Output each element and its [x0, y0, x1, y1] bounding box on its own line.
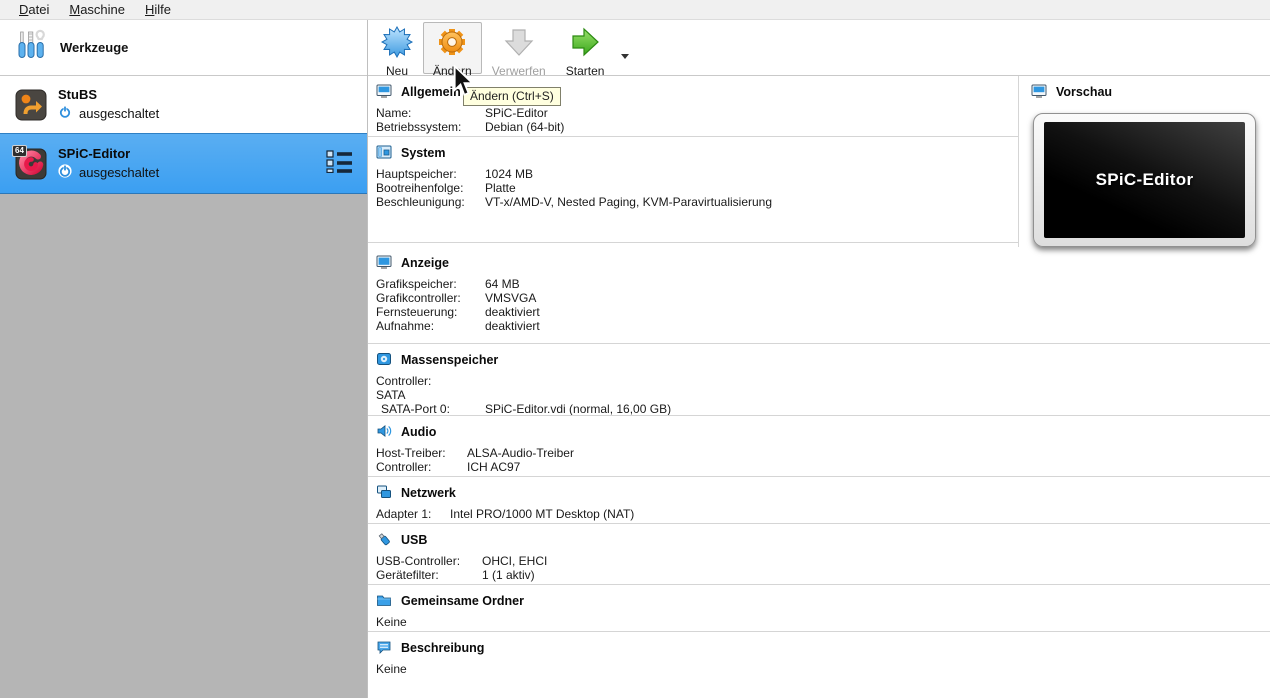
- detail-row: Controller:ICH AC97: [376, 460, 1270, 474]
- preview-monitor-icon: [1031, 83, 1047, 102]
- section-allgemein: Allgemein Name:SPiC-Editor Betriebssyste…: [368, 76, 1018, 137]
- shared-folder-icon: [376, 592, 392, 611]
- vm-sidebar: Werkzeuge StuBS: [0, 20, 368, 698]
- vm-list-item-spic-editor[interactable]: 64 SPiC-Editor ausgeschal: [0, 133, 367, 194]
- preview-screen: SPiC-Editor: [1044, 122, 1245, 238]
- settings-gear-icon: [436, 26, 468, 63]
- detail-row: SATA: [376, 388, 1270, 402]
- section-gemeinsame-ordner: Gemeinsame Ordner Keine: [368, 585, 1270, 632]
- new-vm-starburst-icon: [381, 26, 413, 63]
- detail-row: Grafikspeicher:64 MB: [376, 277, 1270, 291]
- detail-row: Gerätefilter:1 (1 aktiv): [376, 568, 1270, 582]
- vm-status-text: ausgeschaltet: [79, 165, 159, 180]
- system-chip-icon: [376, 144, 392, 163]
- audio-speaker-icon: [376, 423, 392, 442]
- storage-disk-icon: [376, 351, 392, 370]
- network-icon: [376, 484, 392, 503]
- detail-row: USB-Controller:OHCI, EHCI: [376, 554, 1270, 568]
- settings-shortcut-tooltip: Ändern (Ctrl+S): [463, 87, 561, 106]
- menubar: Datei Maschine Hilfe: [0, 0, 1270, 20]
- section-title: Netzwerk: [401, 486, 456, 500]
- section-system: System Hauptspeicher:1024 MB Bootreihenf…: [368, 137, 1018, 243]
- tools-icon: [15, 29, 47, 66]
- section-title: Gemeinsame Ordner: [401, 594, 524, 608]
- power-state-icon: [58, 164, 72, 181]
- description-bubble-icon: [376, 639, 392, 658]
- start-dropdown-caret-icon[interactable]: [621, 54, 629, 59]
- vm-details-pane: Allgemein Name:SPiC-Editor Betriebssyste…: [368, 76, 1270, 698]
- discard-button[interactable]: Verwerfen: [482, 22, 556, 74]
- vm-name: StuBS: [58, 87, 367, 102]
- detail-row: Aufnahme:deaktiviert: [376, 319, 1270, 333]
- vm-status-text: ausgeschaltet: [79, 106, 159, 121]
- detail-row: Beschleunigung:VT-x/AMD-V, Nested Paging…: [376, 195, 1018, 209]
- detail-row: Grafikcontroller:VMSVGA: [376, 291, 1270, 305]
- detail-row: Hauptspeicher:1024 MB: [376, 167, 1018, 181]
- menu-maschine[interactable]: Maschine: [59, 1, 135, 19]
- detail-row: Host-Treiber:ALSA-Audio-Treiber: [376, 446, 1270, 460]
- preview-title: Vorschau: [1056, 85, 1112, 99]
- discard-down-arrow-icon: [503, 26, 535, 63]
- detail-row: Keine: [376, 662, 1270, 676]
- section-netzwerk: Netzwerk Adapter 1:Intel PRO/1000 MT Des…: [368, 477, 1270, 524]
- virtualbox-manager-window: Datei Maschine Hilfe Werkzeug: [0, 0, 1270, 698]
- start-right-arrow-icon: [569, 26, 601, 63]
- spic-editor-vm-icon: 64: [15, 148, 47, 180]
- section-title: Beschreibung: [401, 641, 484, 655]
- detail-row: Adapter 1:Intel PRO/1000 MT Desktop (NAT…: [376, 507, 1270, 521]
- usb-icon: [376, 531, 392, 550]
- detail-row: Betriebssystem:Debian (64-bit): [376, 120, 1018, 134]
- arch-64-badge: 64: [12, 145, 27, 157]
- detail-row: Controller:: [376, 374, 1270, 388]
- section-audio: Audio Host-Treiber:ALSA-Audio-Treiber Co…: [368, 416, 1270, 477]
- detail-row: Fernsteuerung:deaktiviert: [376, 305, 1270, 319]
- tools-label: Werkzeuge: [60, 40, 128, 55]
- settings-button[interactable]: Ändern: [423, 22, 482, 74]
- tools-header[interactable]: Werkzeuge: [0, 20, 367, 76]
- section-title: Anzeige: [401, 256, 449, 270]
- power-state-icon: [58, 105, 72, 122]
- vm-details-list-icon[interactable]: [326, 149, 353, 178]
- section-title: Massenspeicher: [401, 353, 498, 367]
- detail-row: Bootreihenfolge:Platte: [376, 181, 1018, 195]
- vm-name: SPiC-Editor: [58, 146, 315, 161]
- detail-row: SATA-Port 0:SPiC-Editor.vdi (normal, 16,…: [376, 402, 1270, 416]
- detail-row: Name:SPiC-Editor: [376, 106, 1018, 120]
- stubs-vm-icon: [15, 89, 47, 121]
- menu-datei[interactable]: Datei: [9, 1, 59, 19]
- section-title: Allgemein: [401, 85, 461, 99]
- section-title: USB: [401, 533, 427, 547]
- new-vm-button[interactable]: Neu: [371, 22, 423, 74]
- section-beschreibung: Beschreibung Keine: [368, 632, 1270, 676]
- section-title: System: [401, 146, 445, 160]
- preview-panel: Vorschau SPiC-Editor: [1019, 76, 1270, 247]
- detail-row: Keine: [376, 615, 1270, 629]
- menu-hilfe[interactable]: Hilfe: [135, 1, 181, 19]
- preview-monitor-frame: SPiC-Editor: [1033, 113, 1256, 247]
- section-massenspeicher: Massenspeicher Controller: SATA SATA-Por…: [368, 344, 1270, 416]
- preview-screen-label: SPiC-Editor: [1096, 170, 1194, 190]
- sidebar-empty-area: [0, 194, 367, 698]
- display-icon: [376, 254, 392, 273]
- general-monitor-icon: [376, 83, 392, 102]
- section-title: Audio: [401, 425, 436, 439]
- section-usb: USB USB-Controller:OHCI, EHCI Gerätefilt…: [368, 524, 1270, 585]
- start-button[interactable]: Starten: [556, 22, 615, 74]
- section-anzeige: Anzeige Grafikspeicher:64 MB Grafikcontr…: [368, 247, 1270, 344]
- vm-list-item-stubs[interactable]: StuBS ausgeschaltet: [0, 76, 367, 133]
- toolbar: Neu: [368, 20, 1270, 76]
